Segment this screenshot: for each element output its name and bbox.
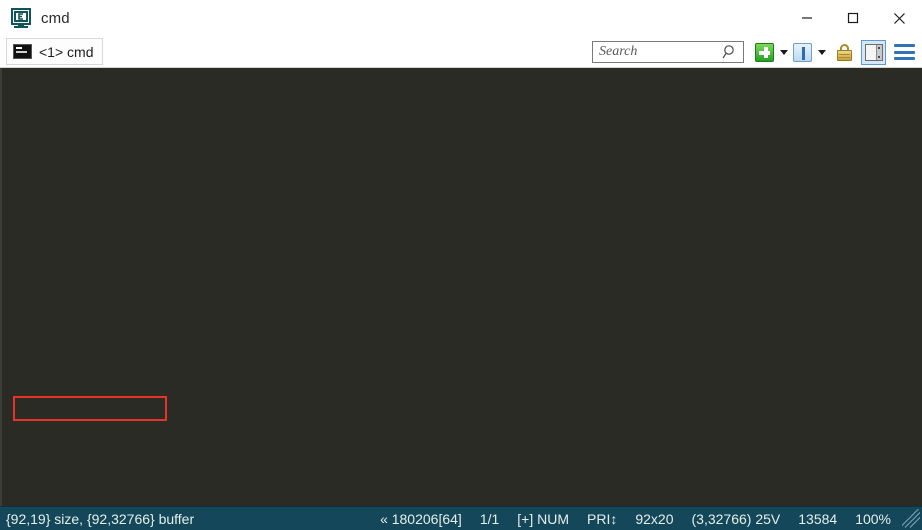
split-panes-icon	[864, 43, 883, 61]
active-console-dropdown[interactable]	[814, 41, 829, 64]
magnifier-icon[interactable]	[722, 44, 738, 65]
tab-cmd-1[interactable]: <1> cmd	[6, 38, 104, 65]
status-num-lock: [+] NUM	[517, 511, 570, 527]
status-priority: PRI↕	[587, 511, 618, 527]
chevron-down-icon	[817, 49, 826, 55]
status-cells: « 180206[64] 1/1 [+] NUM PRI↕ 92x20 (3,3…	[371, 507, 922, 530]
status-cursor-position: (3,32766) 25V	[691, 511, 781, 527]
console-tab-icon	[13, 44, 32, 59]
status-console-size: 92x20	[635, 511, 674, 527]
console-output-area[interactable]: *** End of the configuration. *** You ca…	[0, 68, 922, 506]
conemu-window: cmd <1> cmd Search {92,19} size, {92,327…	[0, 0, 922, 530]
new-console-button[interactable]	[753, 41, 776, 64]
status-zoom: 100%	[855, 511, 891, 527]
hamburger-menu-icon	[893, 44, 915, 60]
green-plus-icon	[755, 42, 774, 62]
new-console-dropdown[interactable]	[776, 41, 791, 64]
search-input[interactable]	[593, 44, 713, 60]
active-console-button[interactable]	[791, 41, 814, 64]
blue-info-icon	[793, 42, 812, 62]
minimize-button[interactable]	[784, 0, 830, 36]
gold-padlock-icon	[836, 43, 853, 62]
status-tab-index: 1/1	[479, 511, 500, 527]
toolbar	[592, 36, 916, 68]
close-button[interactable]	[876, 0, 922, 36]
main-menu-button[interactable]	[892, 41, 916, 64]
toggle-tabs-panel-button[interactable]	[861, 39, 886, 65]
console-app-icon	[10, 7, 32, 29]
status-bar: {92,19} size, {92,32766} buffer « 180206…	[0, 506, 922, 530]
window-title: cmd	[41, 9, 70, 27]
resize-grip[interactable]	[902, 509, 920, 529]
title-bar: cmd	[0, 0, 922, 36]
lock-button[interactable]	[833, 41, 856, 64]
status-size-info: {92,19} size, {92,32766} buffer	[6, 510, 195, 527]
terminal-text: *** End of the configuration. *** You ca…	[2, 72, 922, 506]
tab-bar: <1> cmd	[0, 36, 922, 68]
search-box[interactable]	[592, 41, 744, 63]
status-build: « 180206[64]	[380, 511, 462, 527]
maximize-button[interactable]	[830, 0, 876, 36]
status-memory: 13584	[798, 511, 838, 527]
chevron-down-icon	[779, 49, 788, 55]
tab-label: <1> cmd	[39, 43, 94, 60]
